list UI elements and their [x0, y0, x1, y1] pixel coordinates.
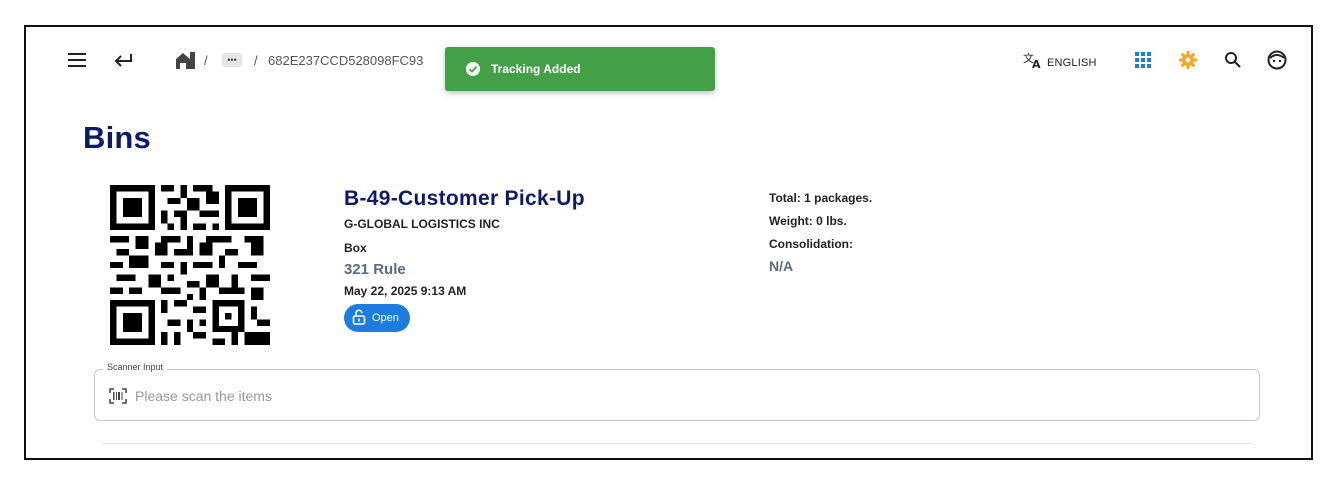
bin-status-button[interactable]: Open	[344, 304, 410, 332]
home-icon[interactable]	[174, 49, 196, 71]
bin-company: G-GLOBAL LOGISTICS INC	[344, 217, 500, 231]
bin-date: May 22, 2025 9:13 AM	[344, 284, 467, 298]
divider	[102, 443, 1252, 444]
barcode-scan-icon	[109, 388, 127, 404]
consolidation-label: Consolidation:	[769, 237, 853, 251]
breadcrumb-separator: /	[254, 53, 258, 68]
svg-text:A: A	[1032, 58, 1041, 69]
toast-message: Tracking Added	[491, 62, 581, 76]
breadcrumb-more-button[interactable]: •••	[222, 53, 242, 67]
scanner-input-label: Scanner Input	[103, 362, 168, 372]
unlock-icon	[352, 308, 366, 328]
menu-icon[interactable]	[66, 49, 88, 71]
gear-icon[interactable]	[1177, 49, 1199, 71]
back-arrow-icon[interactable]	[112, 49, 134, 71]
language-selector[interactable]: 文A ENGLISH	[1023, 51, 1097, 74]
search-icon[interactable]	[1222, 49, 1244, 71]
language-label: ENGLISH	[1047, 56, 1097, 69]
bin-status-label: Open	[372, 312, 399, 324]
weight: Weight: 0 lbs.	[769, 214, 847, 228]
scanner-input-box: Scanner Input	[94, 362, 1260, 421]
breadcrumb-separator: /	[204, 53, 208, 68]
consolidation-value: N/A	[769, 258, 794, 274]
qr-code	[110, 185, 270, 345]
page-title: Bins	[83, 120, 151, 155]
toast-notification: Tracking Added	[445, 47, 715, 91]
avatar-icon[interactable]	[1266, 49, 1288, 71]
bin-name: B-49-Customer Pick-Up	[344, 187, 585, 210]
translate-icon: 文A	[1023, 51, 1045, 74]
bin-stats: Total: 1 packages. Weight: 0 lbs. Consol…	[769, 191, 872, 274]
bin-details: B-49-Customer Pick-Up G-GLOBAL LOGISTICS…	[344, 187, 585, 332]
check-circle-icon	[465, 61, 481, 77]
bin-rule: 321 Rule	[344, 261, 406, 278]
bin-type: Box	[344, 241, 367, 255]
total-packages: Total: 1 packages.	[769, 191, 873, 205]
apps-grid-icon[interactable]	[1132, 49, 1154, 71]
scanner-input[interactable]	[135, 382, 1235, 410]
breadcrumb-current[interactable]: 682E237CCD528098FC93	[268, 53, 423, 68]
